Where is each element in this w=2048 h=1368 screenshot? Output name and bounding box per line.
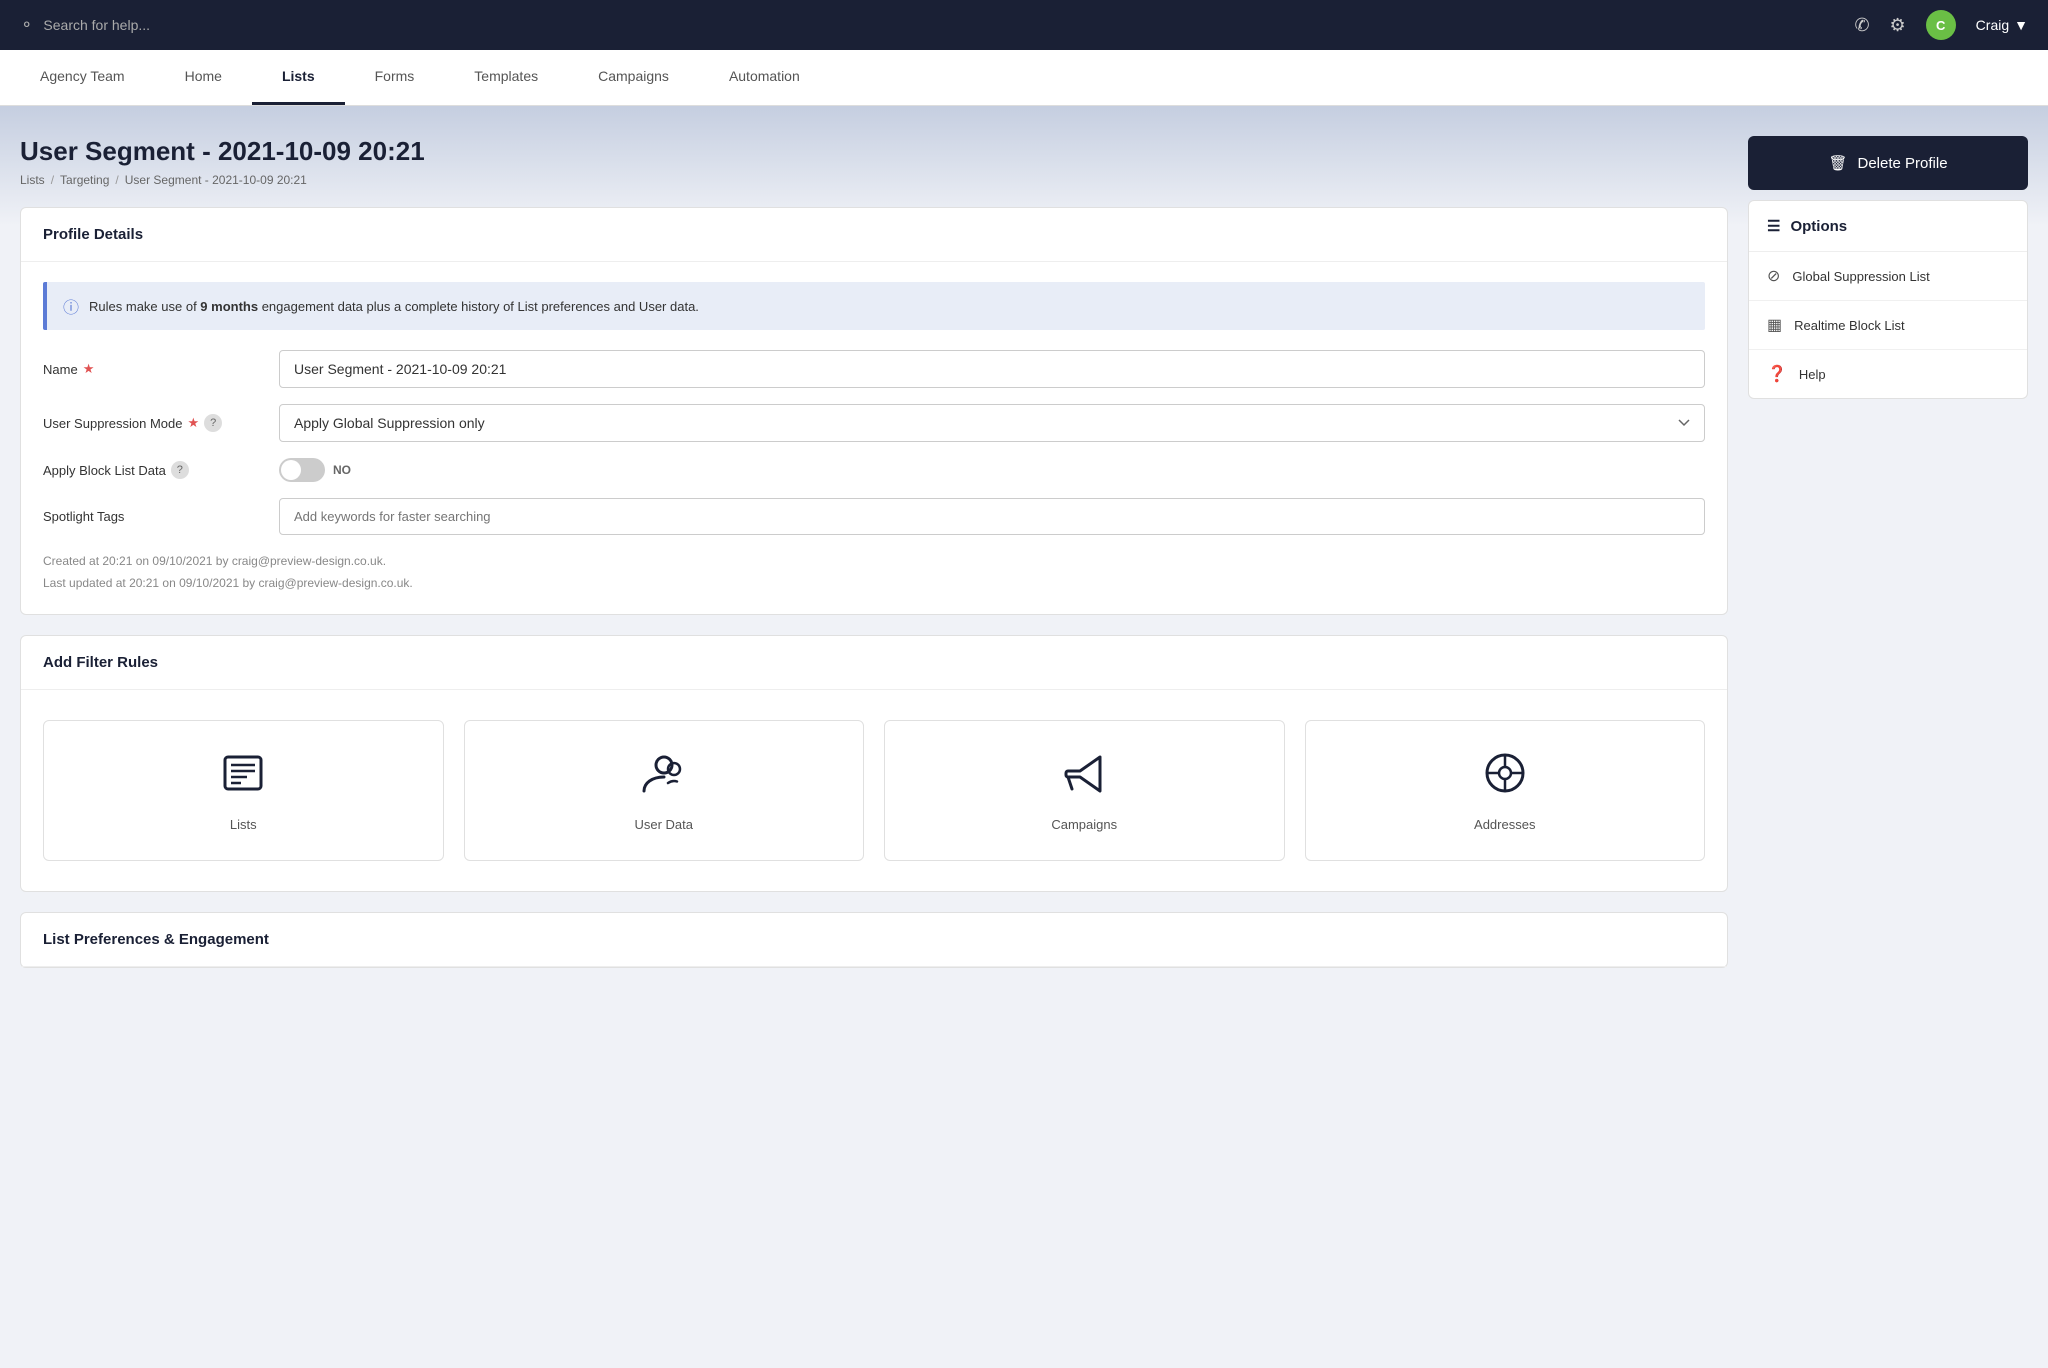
block-list-label: Apply Block List Data ?	[43, 461, 263, 479]
tab-automation[interactable]: Automation	[699, 50, 830, 105]
tab-templates[interactable]: Templates	[444, 50, 568, 105]
created-at: Created at 20:21 on 09/10/2021 by craig@…	[43, 551, 1705, 573]
global-suppression-item[interactable]: ⊘ Global Suppression List	[1749, 252, 2027, 301]
tab-campaigns[interactable]: Campaigns	[568, 50, 699, 105]
meta-info: Created at 20:21 on 09/10/2021 by craig@…	[43, 551, 1705, 594]
name-label: Name ★	[43, 361, 263, 377]
breadcrumb: Lists / Targeting / User Segment - 2021-…	[20, 173, 1728, 187]
help-circle-icon: ❓	[1767, 364, 1787, 384]
suppression-label: User Suppression Mode ★ ?	[43, 414, 263, 432]
options-header: ☰ Options	[1749, 201, 2027, 252]
breadcrumb-targeting[interactable]: Targeting	[60, 173, 109, 187]
list-preferences-card: List Preferences & Engagement	[20, 912, 1728, 968]
updated-at: Last updated at 20:21 on 09/10/2021 by c…	[43, 573, 1705, 595]
realtime-block-label: Realtime Block List	[1794, 318, 1905, 333]
addresses-icon	[1481, 749, 1529, 807]
realtime-block-item[interactable]: ▦ Realtime Block List	[1749, 301, 2027, 350]
search-placeholder[interactable]: Search for help...	[43, 17, 150, 33]
profile-details-body: ⓘ Rules make use of 9 months engagement …	[21, 262, 1727, 614]
trash-icon: 🗑	[1828, 154, 1847, 172]
filter-lists-label: Lists	[230, 817, 257, 832]
filter-rules-body: Lists User Data	[21, 690, 1727, 891]
filter-user-data[interactable]: User Data	[464, 720, 865, 861]
tab-home[interactable]: Home	[155, 50, 252, 105]
info-text-rest: engagement data plus a complete history …	[258, 299, 699, 314]
global-suppression-label: Global Suppression List	[1792, 269, 1929, 284]
gear-icon[interactable]: ⚙	[1890, 15, 1906, 36]
tab-forms[interactable]: Forms	[345, 50, 445, 105]
avatar: C	[1926, 10, 1956, 40]
right-sidebar: 🗑 Delete Profile ☰ Options ⊘ Global Supp…	[1748, 136, 2028, 1338]
filter-lists[interactable]: Lists	[43, 720, 444, 861]
name-input[interactable]	[279, 350, 1705, 388]
months-highlight: 9 months	[200, 299, 258, 314]
tab-lists[interactable]: Lists	[252, 50, 345, 105]
options-card: ☰ Options ⊘ Global Suppression List ▦ Re…	[1748, 200, 2028, 399]
delete-label: Delete Profile	[1858, 155, 1948, 172]
user-menu[interactable]: Craig ▼	[1976, 17, 2028, 33]
block-list-field-row: Apply Block List Data ? NO	[43, 458, 1705, 482]
filter-campaigns-label: Campaigns	[1051, 817, 1117, 832]
options-title: Options	[1790, 218, 1847, 235]
tab-bar: Agency Team Home Lists Forms Templates C…	[0, 50, 2048, 106]
toggle-knob	[281, 460, 301, 480]
spotlight-label: Spotlight Tags	[43, 509, 263, 524]
breadcrumb-lists[interactable]: Lists	[20, 173, 45, 187]
info-banner: ⓘ Rules make use of 9 months engagement …	[43, 282, 1705, 330]
toggle-wrap: NO	[279, 458, 351, 482]
suppression-help-icon[interactable]: ?	[204, 414, 222, 432]
filter-addresses-label: Addresses	[1474, 817, 1535, 832]
search-area[interactable]: ⚬ Search for help...	[20, 15, 150, 35]
required-star: ★	[83, 361, 95, 377]
block-list-toggle[interactable]	[279, 458, 325, 482]
page-title-section: User Segment - 2021-10-09 20:21 Lists / …	[20, 136, 1728, 187]
filter-rules-header: Add Filter Rules	[21, 636, 1727, 690]
filter-rules-card: Add Filter Rules	[20, 635, 1728, 892]
toggle-label: NO	[333, 463, 351, 477]
help-item[interactable]: ❓ Help	[1749, 350, 2027, 398]
profile-details-header: Profile Details	[21, 208, 1727, 262]
block-list-help-icon[interactable]: ?	[171, 461, 189, 479]
options-icon: ☰	[1767, 217, 1780, 235]
spotlight-field-row: Spotlight Tags	[43, 498, 1705, 535]
lists-icon	[219, 749, 267, 807]
realtime-icon: ▦	[1767, 315, 1782, 335]
suppression-field-row: User Suppression Mode ★ ? Apply Global S…	[43, 404, 1705, 442]
list-preferences-header: List Preferences & Engagement	[21, 913, 1727, 967]
block-circle-icon: ⊘	[1767, 266, 1780, 286]
topbar-right: ✆ ⚙ C Craig ▼	[1854, 10, 2028, 40]
filter-icons-row: Lists User Data	[43, 710, 1705, 871]
help-label: Help	[1799, 367, 1826, 382]
profile-details-card: Profile Details ⓘ Rules make use of 9 mo…	[20, 207, 1728, 615]
suppression-select[interactable]: Apply Global Suppression only Apply All …	[279, 404, 1705, 442]
filter-campaigns[interactable]: Campaigns	[884, 720, 1285, 861]
delete-profile-button[interactable]: 🗑 Delete Profile	[1748, 136, 2028, 190]
filter-user-data-label: User Data	[634, 817, 693, 832]
main-column: User Segment - 2021-10-09 20:21 Lists / …	[20, 136, 1728, 1338]
page-title: User Segment - 2021-10-09 20:21	[20, 136, 1728, 167]
content-area: User Segment - 2021-10-09 20:21 Lists / …	[0, 106, 2048, 1368]
name-field-row: Name ★	[43, 350, 1705, 388]
topbar: ⚬ Search for help... ✆ ⚙ C Craig ▼	[0, 0, 2048, 50]
tab-agency-team[interactable]: Agency Team	[10, 50, 155, 105]
headset-icon[interactable]: ✆	[1854, 15, 1869, 36]
filter-addresses[interactable]: Addresses	[1305, 720, 1706, 861]
search-icon: ⚬	[20, 15, 33, 35]
required-star-2: ★	[187, 415, 199, 431]
campaigns-icon	[1060, 749, 1108, 807]
spotlight-input[interactable]	[279, 498, 1705, 535]
info-icon: ⓘ	[63, 294, 79, 318]
user-data-icon	[640, 749, 688, 807]
breadcrumb-current: User Segment - 2021-10-09 20:21	[125, 173, 307, 187]
